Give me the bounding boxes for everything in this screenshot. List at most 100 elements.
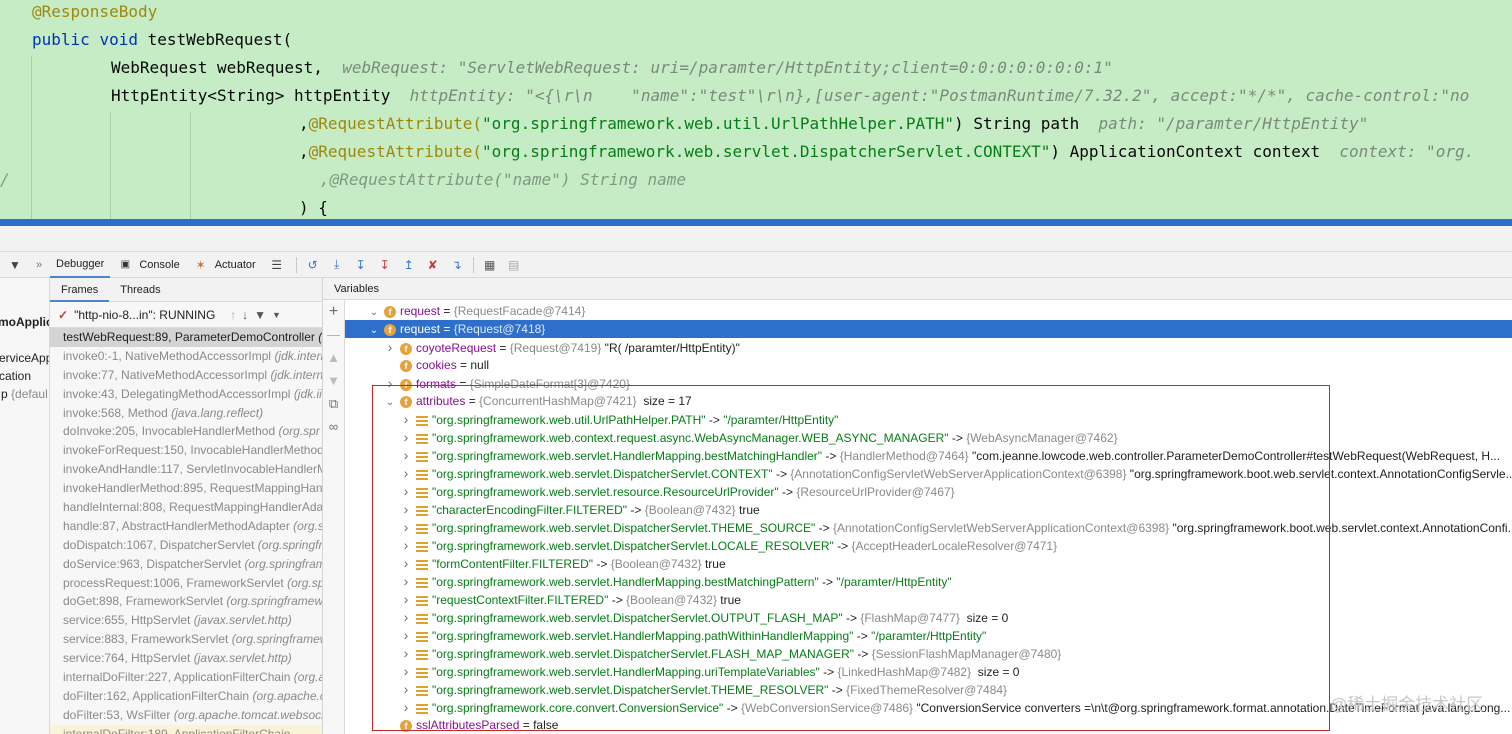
chevron-right-icon[interactable]: › bbox=[400, 500, 412, 518]
chevron-right-icon[interactable]: › bbox=[400, 554, 412, 572]
variable-row[interactable]: ⌄ f attributes = {ConcurrentHashMap@7421} … bbox=[345, 392, 1512, 410]
tab-debugger[interactable]: Debugger bbox=[50, 252, 111, 278]
copy-icon[interactable]: ⧉ bbox=[323, 392, 344, 415]
show-execution-point-button[interactable]: ↺ bbox=[301, 252, 325, 278]
chevron-right-icon[interactable]: › bbox=[400, 698, 412, 716]
filter-icon[interactable]: ▼ bbox=[254, 308, 266, 322]
frame-item[interactable]: service:764, HttpServlet (javax.servlet.… bbox=[50, 649, 322, 668]
variable-row[interactable]: ⌄ f request = {RequestFacade@7414} bbox=[345, 302, 1512, 320]
variable-row[interactable]: › "requestContextFilter.FILTERED" -> {Boo… bbox=[345, 590, 1512, 608]
chevron-right-icon[interactable]: › bbox=[400, 608, 412, 626]
variable-row[interactable]: › "org.springframework.web.context.reques… bbox=[345, 428, 1512, 446]
variable-row[interactable]: › "org.springframework.web.servlet.Dispat… bbox=[345, 644, 1512, 662]
thread-selector[interactable]: ✓ "http-nio-8...in": RUNNING ↑ ↓ ▼ ▼ bbox=[50, 302, 322, 328]
arrow-down-icon[interactable]: ↓ bbox=[242, 308, 248, 322]
variable-row[interactable]: › "org.springframework.web.util.UrlPathHe… bbox=[345, 410, 1512, 428]
variable-row[interactable]: › "formContentFilter.FILTERED" -> {Boolea… bbox=[345, 554, 1512, 572]
tab-threads[interactable]: Threads bbox=[109, 278, 171, 302]
step-out-button[interactable]: ↥ bbox=[397, 252, 421, 278]
variable-row[interactable]: › "org.springframework.web.servlet.Handle… bbox=[345, 572, 1512, 590]
force-step-into-button[interactable]: ↧ bbox=[373, 252, 397, 278]
field-icon: f bbox=[400, 359, 412, 372]
frame-item[interactable]: doFilter:162, ApplicationFilterChain (or… bbox=[50, 687, 322, 706]
variable-row[interactable]: › "org.springframework.web.servlet.Dispat… bbox=[345, 536, 1512, 554]
frame-item[interactable]: service:883, FrameworkServlet (org.sprin… bbox=[50, 630, 322, 649]
assignment-operator: -> bbox=[828, 683, 847, 697]
tab-actuator-label: Actuator bbox=[214, 258, 256, 271]
variable-row[interactable]: › "org.springframework.web.servlet.Handle… bbox=[345, 626, 1512, 644]
chevron-right-icon[interactable]: › bbox=[400, 644, 412, 662]
move-down-icon[interactable]: ▼ bbox=[323, 369, 344, 392]
move-up-icon[interactable]: ▲ bbox=[323, 346, 344, 369]
step-over-button[interactable]: ⤓ bbox=[325, 252, 349, 278]
chevron-down-icon[interactable]: ▼ bbox=[272, 310, 281, 320]
frame-item[interactable]: testWebRequest:89, ParameterDemoControll… bbox=[50, 328, 322, 347]
frame-item[interactable]: invoke:77, NativeMethodAccessorImpl (jdk… bbox=[50, 366, 322, 385]
layout-button[interactable]: ☰ bbox=[262, 252, 292, 278]
more-button[interactable]: » bbox=[30, 252, 50, 278]
frame-item[interactable]: doDispatch:1067, DispatcherServlet (org.… bbox=[50, 536, 322, 555]
chevron-right-icon[interactable]: › bbox=[400, 428, 412, 446]
frame-item[interactable]: doGet:898, FrameworkServlet (org.springf… bbox=[50, 592, 322, 611]
frame-item[interactable]: internalDoFilter:227, ApplicationFilterC… bbox=[50, 668, 322, 687]
chevron-right-icon[interactable]: › bbox=[400, 626, 412, 644]
tab-frames[interactable]: Frames bbox=[50, 278, 110, 302]
chevron-right-icon[interactable]: › bbox=[384, 374, 396, 392]
tab-actuator[interactable]: ✶ Actuator bbox=[186, 252, 262, 278]
chevron-right-icon[interactable]: › bbox=[400, 410, 412, 428]
chevron-right-icon[interactable]: › bbox=[400, 662, 412, 680]
arrow-up-icon[interactable]: ↑ bbox=[230, 308, 236, 322]
variable-row[interactable]: ⌄ f request = {Request@7418} bbox=[345, 320, 1512, 338]
variable-row[interactable]: › "org.springframework.web.servlet.Dispat… bbox=[345, 464, 1512, 482]
frame-item[interactable]: internalDoFilter:189, ApplicationFilterC… bbox=[50, 724, 322, 734]
variable-row[interactable]: › f formats = {SimpleDateFormat[3]@7420} bbox=[345, 374, 1512, 392]
evaluate-expression-button[interactable]: ▦ bbox=[478, 252, 502, 278]
variable-row[interactable]: f cookies = null bbox=[345, 356, 1512, 374]
frame-item[interactable]: handleInternal:808, RequestMappingHandle… bbox=[50, 498, 322, 517]
frame-item[interactable]: doInvoke:205, InvocableHandlerMethod (or… bbox=[50, 422, 322, 441]
chevron-right-icon[interactable]: › bbox=[384, 338, 396, 356]
variables-tree[interactable]: ⌄ f request = {RequestFacade@7414} ⌄ f reques… bbox=[345, 300, 1512, 734]
editor-horizontal-scrollbar[interactable] bbox=[0, 219, 1512, 226]
frame-item[interactable]: invoke:43, DelegatingMethodAccessorImpl … bbox=[50, 385, 322, 404]
chevron-right-icon[interactable]: › bbox=[400, 536, 412, 554]
frame-item[interactable]: handle:87, AbstractHandlerMethodAdapter … bbox=[50, 517, 322, 536]
variable-row[interactable]: f sslAttributesParsed = false bbox=[345, 716, 1512, 734]
chevron-right-icon[interactable]: › bbox=[400, 518, 412, 536]
trace-button[interactable]: ▤ bbox=[502, 252, 526, 278]
chevron-right-icon[interactable]: › bbox=[400, 572, 412, 590]
glasses-icon[interactable]: ∞ bbox=[323, 415, 344, 438]
frame-item[interactable]: invokeHandlerMethod:895, RequestMappingH… bbox=[50, 479, 322, 498]
variable-row[interactable]: › "org.springframework.web.servlet.resour… bbox=[345, 482, 1512, 500]
chevron-right-icon[interactable]: › bbox=[400, 590, 412, 608]
add-watch-icon[interactable]: + bbox=[323, 300, 344, 323]
code-editor[interactable]: @ResponseBody public void testWebRequest… bbox=[0, 0, 1512, 226]
frame-item[interactable]: invokeForRequest:150, InvocableHandlerMe… bbox=[50, 441, 322, 460]
step-into-button[interactable]: ↧ bbox=[349, 252, 373, 278]
chevron-right-icon[interactable]: › bbox=[400, 482, 412, 500]
frame-item[interactable]: invoke:568, Method (java.lang.reflect) bbox=[50, 404, 322, 423]
run-to-cursor-button[interactable]: ↴ bbox=[445, 252, 469, 278]
drop-frame-button[interactable]: ✘ bbox=[421, 252, 445, 278]
frame-item[interactable]: processRequest:1006, FrameworkServlet (o… bbox=[50, 574, 322, 593]
field-icon: f bbox=[400, 395, 412, 408]
frame-item[interactable]: doService:963, DispatcherServlet (org.sp… bbox=[50, 555, 322, 574]
filter-button[interactable]: ▼ bbox=[0, 252, 30, 278]
frame-item[interactable]: invoke0:-1, NativeMethodAccessorImpl (jd… bbox=[50, 347, 322, 366]
frame-item[interactable]: doFilter:53, WsFilter (org.apache.tomcat… bbox=[50, 706, 322, 725]
frame-item[interactable]: invokeAndHandle:117, ServletInvocableHan… bbox=[50, 460, 322, 479]
chevron-right-icon[interactable]: › bbox=[400, 680, 412, 698]
variable-row[interactable]: › "org.springframework.web.servlet.Handle… bbox=[345, 446, 1512, 464]
variable-row[interactable]: › "org.springframework.web.servlet.Dispat… bbox=[345, 518, 1512, 536]
minus-icon[interactable]: — bbox=[323, 323, 344, 346]
frame-method: internalDoFilter:189, ApplicationFilterC… bbox=[63, 726, 291, 734]
variable-row[interactable]: › "org.springframework.web.servlet.Dispat… bbox=[345, 608, 1512, 626]
variable-row[interactable]: › "org.springframework.web.servlet.Handle… bbox=[345, 662, 1512, 680]
tab-console[interactable]: ▣ Console bbox=[110, 252, 185, 278]
chevron-right-icon[interactable]: › bbox=[400, 446, 412, 464]
panel-splitter[interactable] bbox=[0, 226, 1512, 252]
variable-row[interactable]: › f coyoteRequest = {Request@7419} "R( /pa… bbox=[345, 338, 1512, 356]
frame-item[interactable]: service:655, HttpServlet (javax.servlet.… bbox=[50, 611, 322, 630]
chevron-right-icon[interactable]: › bbox=[400, 464, 412, 482]
variable-row[interactable]: › "characterEncodingFilter.FILTERED" -> {… bbox=[345, 500, 1512, 518]
